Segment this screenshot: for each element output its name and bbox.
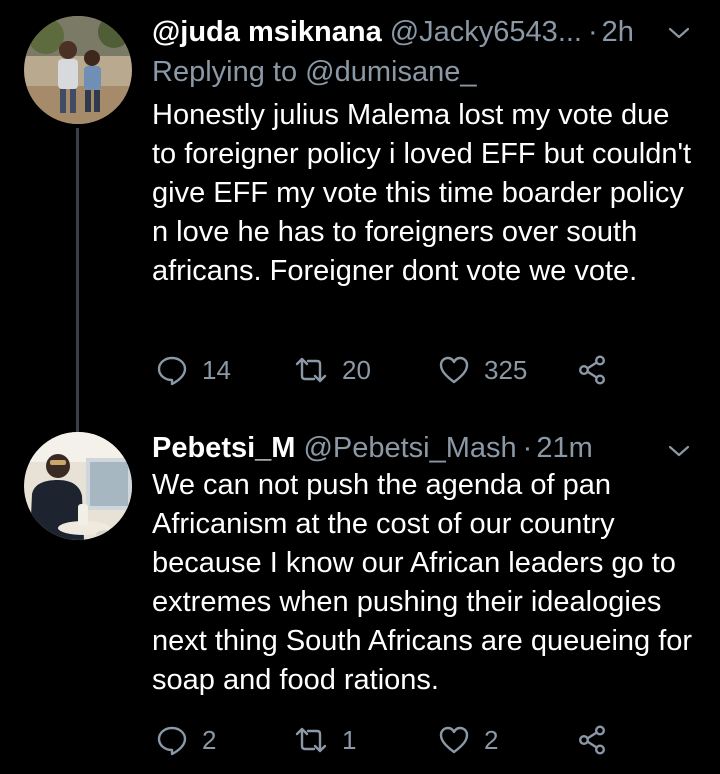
tweet-header: @juda msiknana @Jacky6543... · 2h: [152, 14, 656, 50]
display-name[interactable]: Pebetsi_M: [152, 430, 295, 466]
share-nodes-icon: [578, 725, 606, 755]
share-button[interactable]: [576, 350, 608, 390]
reply-button[interactable]: 2: [156, 720, 216, 760]
share-button[interactable]: [576, 720, 608, 760]
avatar-photo: [24, 432, 132, 540]
tweet[interactable]: Pebetsi_M @Pebetsi_Mash · 21m We can not…: [0, 410, 720, 774]
action-bar: 14 20 325: [156, 350, 636, 390]
reply-count: 14: [202, 354, 231, 385]
user-handle[interactable]: @Jacky6543...: [390, 14, 582, 50]
retweet-count: 20: [342, 354, 371, 385]
user-handle[interactable]: @Pebetsi_Mash: [303, 430, 516, 466]
thread-line: [76, 128, 79, 432]
speech-bubble-icon: [157, 356, 187, 386]
chevron-down-icon[interactable]: [664, 436, 694, 466]
like-count: 2: [484, 724, 499, 755]
retweet-button[interactable]: 20: [294, 350, 371, 390]
timestamp[interactable]: 2h: [602, 14, 634, 50]
heart-icon: [439, 356, 469, 384]
action-bar: 2 1 2: [156, 720, 636, 760]
like-button[interactable]: 325: [438, 350, 527, 390]
heart-icon: [439, 726, 469, 754]
tweet-text: Honestly julius Malema lost my vote due …: [152, 99, 692, 287]
reply-button[interactable]: 14: [156, 350, 231, 390]
reply-count: 2: [202, 724, 217, 755]
tweet-text: We can not push the agenda of pan Africa…: [152, 469, 693, 696]
like-button[interactable]: 2: [438, 720, 498, 760]
tweet-header: Pebetsi_M @Pebetsi_Mash · 21m: [152, 430, 656, 466]
avatar[interactable]: [24, 432, 132, 540]
retweet-arrows-icon: [295, 727, 327, 753]
retweet-button[interactable]: 1: [294, 720, 356, 760]
speech-bubble-icon: [157, 726, 187, 756]
timestamp[interactable]: 21m: [536, 430, 592, 466]
replying-to[interactable]: Replying to @dumisane_: [152, 54, 476, 90]
retweet-count: 1: [342, 724, 357, 755]
chevron-down-icon[interactable]: [664, 18, 694, 48]
share-nodes-icon: [578, 355, 606, 385]
display-name[interactable]: @juda msiknana: [152, 14, 382, 50]
separator-dot: ·: [588, 16, 598, 48]
separator-dot: ·: [522, 432, 533, 464]
like-count: 325: [484, 354, 528, 385]
tweet[interactable]: @juda msiknana @Jacky6543... · 2h Replyi…: [0, 0, 720, 432]
avatar-photo: [24, 16, 132, 124]
retweet-arrows-icon: [295, 357, 327, 383]
avatar[interactable]: [24, 16, 132, 124]
